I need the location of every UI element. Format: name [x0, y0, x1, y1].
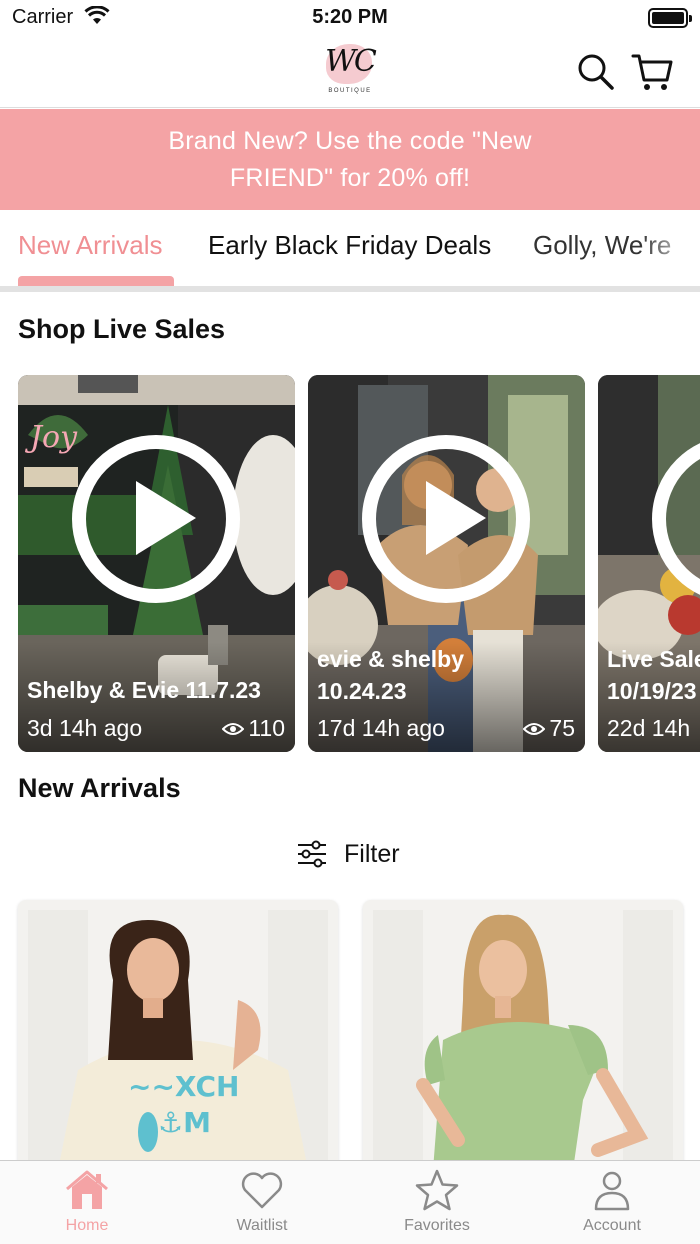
- logo-mark: WC: [325, 44, 377, 79]
- sliders-icon: [298, 840, 326, 868]
- heart-icon: [241, 1172, 283, 1209]
- tab-early-black-friday-deals[interactable]: Early Black Friday Deals: [208, 230, 491, 261]
- live-sale-age: 17d 14h ago: [317, 715, 445, 741]
- logo-subtitle: BOUTIQUE: [328, 88, 372, 94]
- filter-button[interactable]: Filter: [296, 836, 400, 872]
- live-sale-views: 75: [523, 715, 575, 742]
- product-tile[interactable]: ~~XCH ⚓M: [18, 900, 338, 1170]
- view-count: 110: [248, 715, 285, 741]
- svg-text:Joy: Joy: [24, 420, 78, 455]
- product-tile[interactable]: [363, 900, 683, 1170]
- tab-home-label: Home: [65, 1217, 109, 1234]
- brand-logo[interactable]: WC BOUTIQUE: [322, 42, 378, 100]
- live-sale-card[interactable]: evie & shelby 10.24.23 17d 14h ago 75: [308, 375, 585, 752]
- cart-icon[interactable]: [630, 50, 674, 94]
- search-icon[interactable]: [574, 50, 618, 94]
- promo-banner[interactable]: Brand New? Use the code "New FRIEND" for…: [0, 109, 700, 210]
- filter-label: Filter: [344, 839, 400, 868]
- live-sale-age: 22d 14h: [607, 715, 691, 741]
- bottom-tab-bar: Home Waitlist Favorites Account: [0, 1160, 700, 1244]
- view-count: 75: [549, 715, 575, 741]
- status-bar: Carrier 5:20 PM: [0, 0, 700, 36]
- play-icon[interactable]: [362, 435, 530, 603]
- product-image: ~~XCH ⚓M: [18, 900, 338, 1170]
- new-arrivals-title: New Arrivals: [18, 773, 181, 803]
- clock: 5:20 PM: [312, 6, 388, 28]
- active-tab-indicator: [18, 276, 174, 286]
- live-sales-title: Shop Live Sales: [18, 314, 226, 344]
- tab-new-arrivals[interactable]: New Arrivals: [18, 230, 162, 261]
- svg-text:⚓M: ⚓M: [158, 1106, 211, 1139]
- live-sales-carousel[interactable]: Joy Shelby & Evie 11.7.23 3d 14h ago 110: [0, 375, 700, 752]
- tab-account[interactable]: Account: [552, 1169, 672, 1239]
- star-icon: [415, 1169, 459, 1211]
- tab-favorites-label: Favorites: [404, 1217, 470, 1234]
- person-icon: [594, 1171, 630, 1211]
- app-header: WC BOUTIQUE: [0, 36, 700, 108]
- live-sale-title: evie & shelby 10.24.23: [317, 646, 465, 704]
- live-sale-title: Live Sale 10/19/23: [607, 646, 700, 704]
- tab-home[interactable]: Home: [27, 1169, 147, 1239]
- live-sale-views: 110: [222, 715, 285, 742]
- live-sale-age: 3d 14h ago: [27, 715, 143, 741]
- battery-icon: [648, 8, 692, 28]
- category-tabs: New Arrivals Early Black Friday Deals Go…: [0, 210, 700, 292]
- tab-account-label: Account: [583, 1217, 641, 1234]
- live-sale-card[interactable]: Joy Shelby & Evie 11.7.23 3d 14h ago 110: [18, 375, 295, 752]
- tab-waitlist-label: Waitlist: [236, 1217, 288, 1234]
- svg-text:~~XCH: ~~XCH: [128, 1070, 240, 1103]
- play-icon[interactable]: [72, 435, 240, 603]
- tab-favorites[interactable]: Favorites: [377, 1169, 497, 1239]
- live-sale-card[interactable]: Live Sale 10/19/23 22d 14h: [598, 375, 700, 752]
- eye-icon: [523, 722, 546, 735]
- home-icon: [66, 1170, 108, 1209]
- tabs-fade: [640, 210, 700, 286]
- product-image: [363, 900, 683, 1170]
- promo-text: Brand New? Use the code "New FRIEND" for…: [168, 126, 532, 192]
- live-sale-title: Shelby & Evie 11.7.23: [27, 677, 261, 703]
- tab-waitlist[interactable]: Waitlist: [202, 1169, 322, 1239]
- eye-icon: [222, 722, 245, 735]
